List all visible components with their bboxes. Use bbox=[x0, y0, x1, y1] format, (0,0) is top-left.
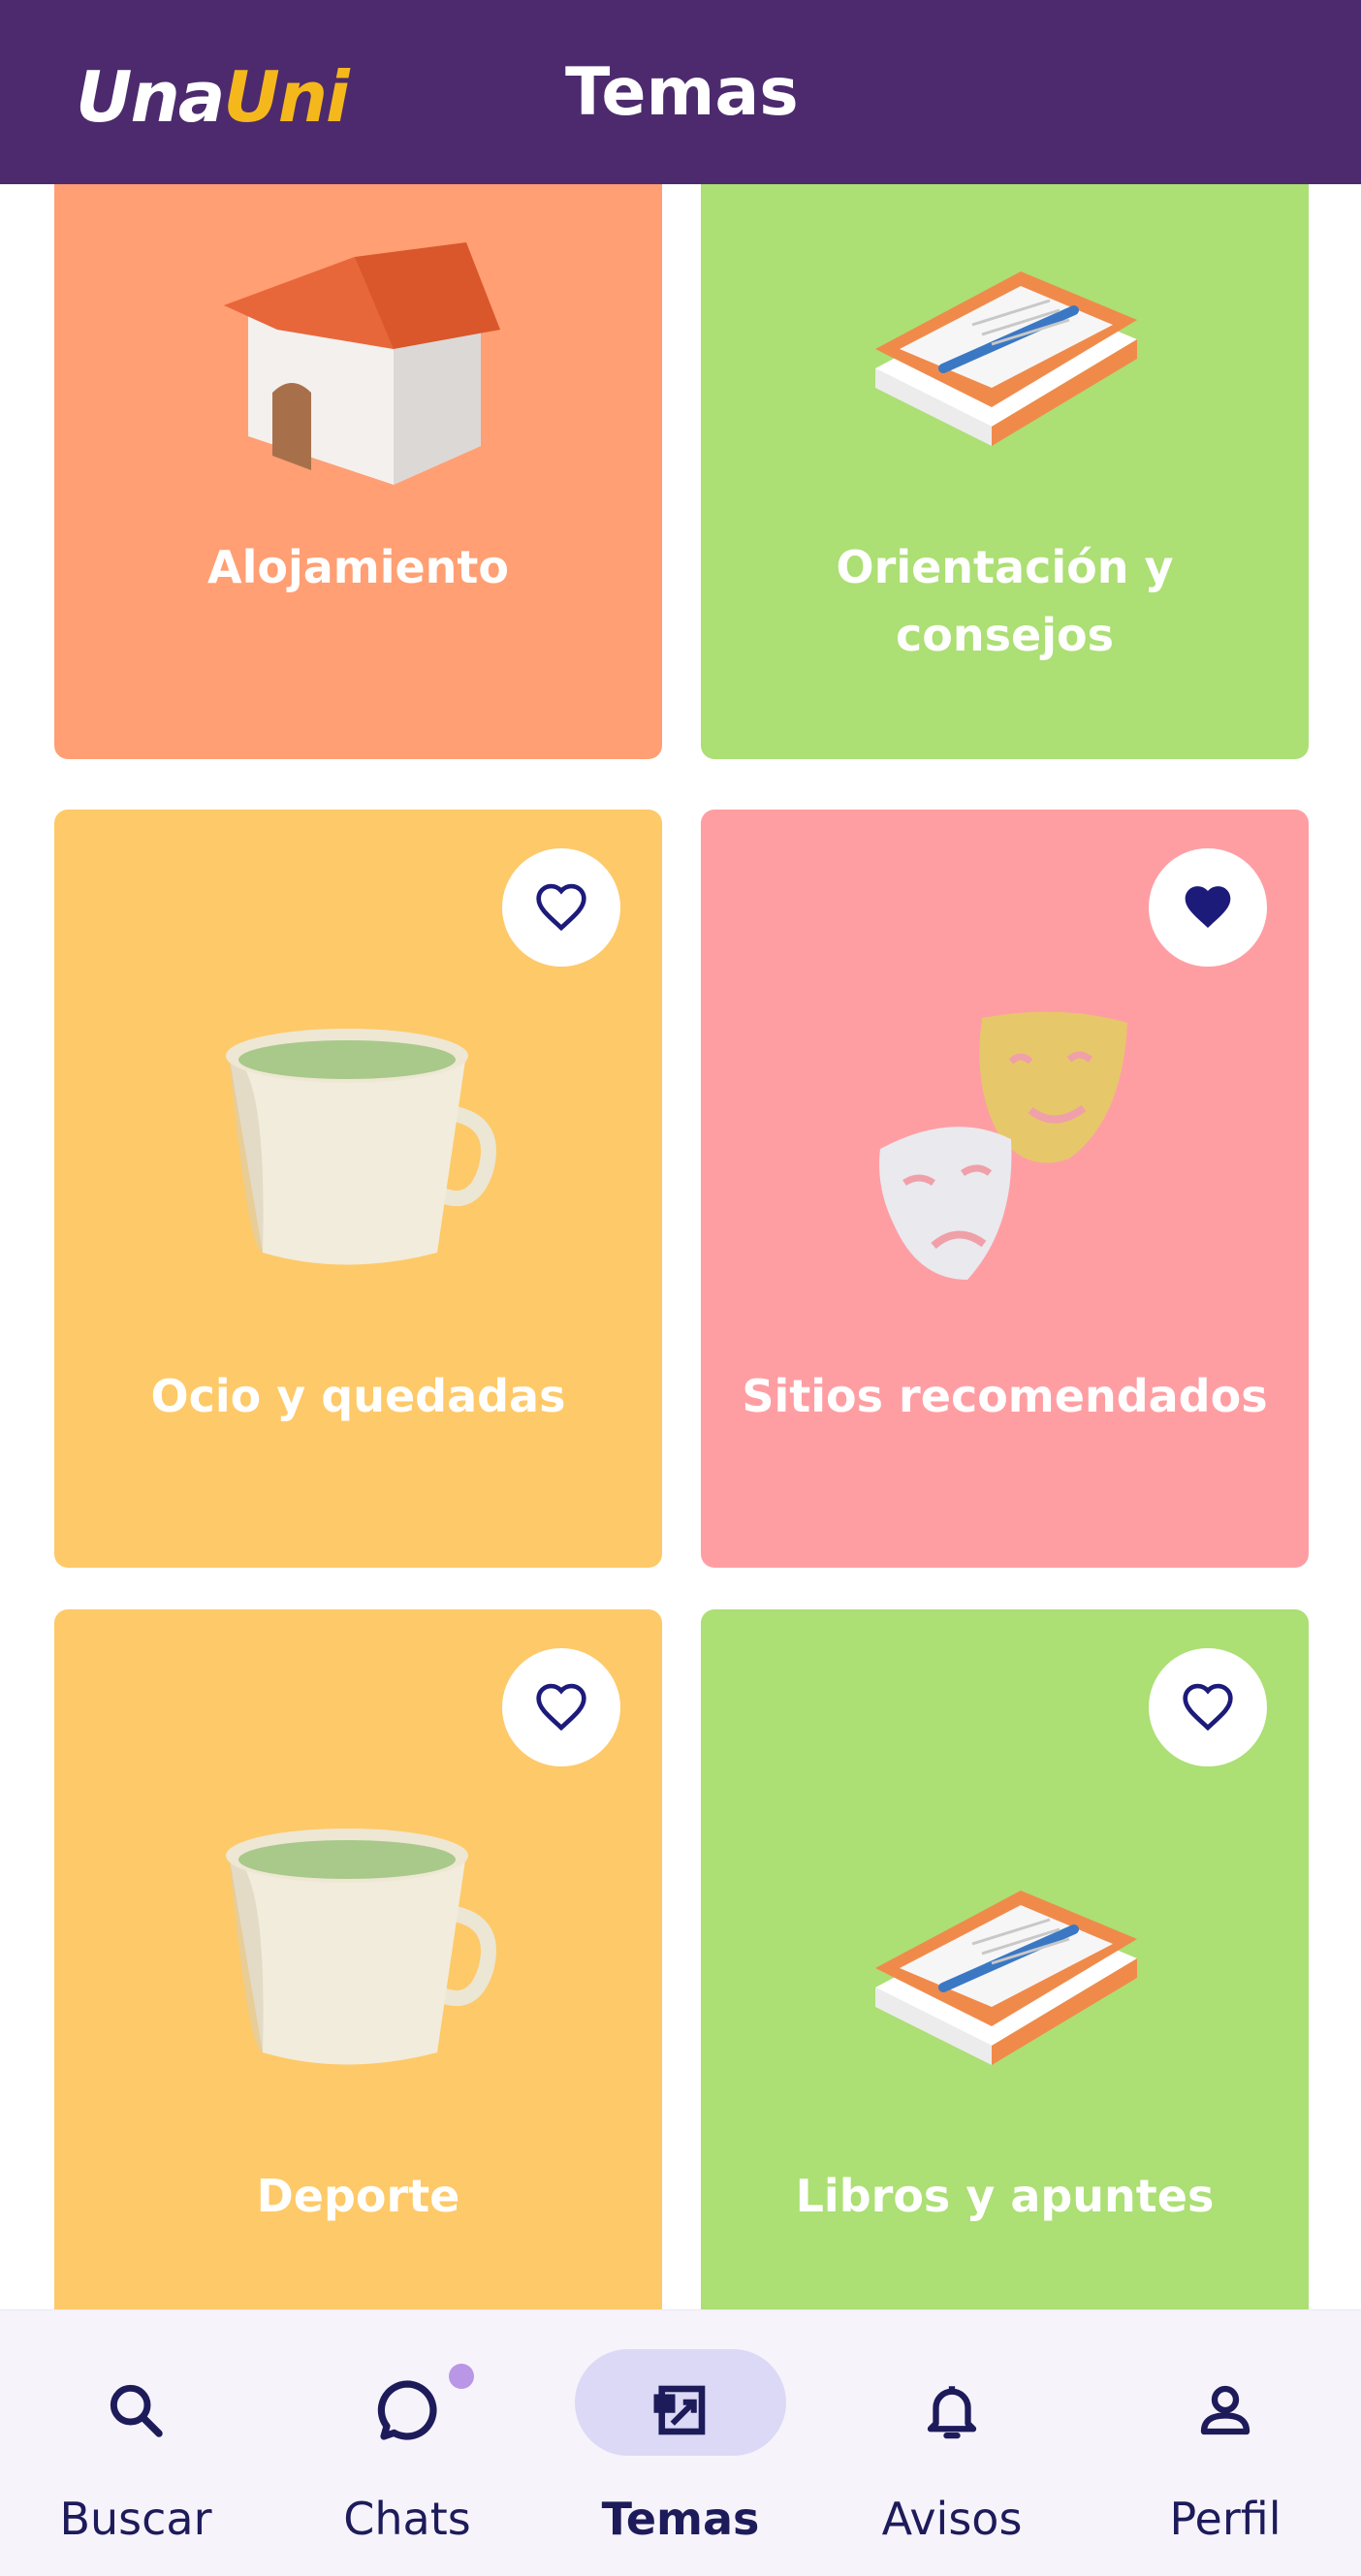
chats-unread-badge bbox=[449, 2364, 474, 2389]
app-logo[interactable]: UnaUni bbox=[76, 56, 350, 138]
nav-temas[interactable]: Temas bbox=[545, 2310, 816, 2576]
cup-icon bbox=[226, 1829, 496, 2065]
topic-card-alojamiento[interactable]: Alojamiento bbox=[54, 184, 662, 759]
topic-card-libros[interactable]: Libros y apuntes bbox=[701, 1609, 1309, 2309]
nav-label: Buscar bbox=[59, 2493, 212, 2545]
topic-card-sitios[interactable]: Sitios recomendados bbox=[701, 810, 1309, 1568]
nav-avisos[interactable]: Avisos bbox=[816, 2310, 1088, 2576]
topic-title: Sitios recomendados bbox=[742, 1370, 1268, 1422]
topic-card-orientacion[interactable]: Orientación y consejos bbox=[701, 184, 1309, 759]
favorite-button[interactable] bbox=[502, 848, 620, 967]
topic-title: Ocio y quedadas bbox=[150, 1370, 566, 1422]
logo-una: Una bbox=[76, 56, 225, 138]
bell-icon bbox=[899, 2357, 1005, 2464]
favorite-button[interactable] bbox=[1149, 1648, 1267, 1766]
topics-grid: Alojamiento Orientación y consejos Ocio … bbox=[0, 184, 1361, 2309]
nav-label: Chats bbox=[343, 2493, 471, 2545]
nav-label: Perfil bbox=[1169, 2493, 1282, 2545]
heart-outline-icon bbox=[1183, 1683, 1233, 1732]
app-bar: UnaUni Temas bbox=[0, 0, 1361, 184]
page-title: Temas bbox=[565, 54, 799, 131]
theater-masks-icon bbox=[879, 1011, 1127, 1280]
topic-title: Libros y apuntes bbox=[795, 2170, 1215, 2222]
search-icon bbox=[82, 2357, 189, 2464]
book-pen-icon bbox=[875, 1891, 1137, 2065]
heart-outline-icon bbox=[536, 883, 586, 932]
chat-icon bbox=[354, 2357, 460, 2464]
house-icon bbox=[224, 242, 500, 485]
topic-title: Alojamiento bbox=[206, 541, 510, 593]
topic-title: Deporte bbox=[256, 2170, 460, 2222]
heart-outline-icon bbox=[536, 1683, 586, 1732]
nav-label: Temas bbox=[601, 2493, 760, 2545]
topic-card-ocio[interactable]: Ocio y quedadas bbox=[54, 810, 662, 1568]
favorite-button[interactable] bbox=[1149, 848, 1267, 967]
nav-perfil[interactable]: Perfil bbox=[1090, 2310, 1361, 2576]
favorite-button[interactable] bbox=[502, 1648, 620, 1766]
profile-icon bbox=[1172, 2357, 1279, 2464]
cup-icon bbox=[226, 1029, 496, 1265]
topic-card-deporte[interactable]: Deporte bbox=[54, 1609, 662, 2309]
nav-buscar[interactable]: Buscar bbox=[0, 2310, 271, 2576]
nav-label: Avisos bbox=[881, 2493, 1023, 2545]
topics-icon bbox=[627, 2357, 734, 2464]
bottom-nav: Buscar Chats Temas Avisos Perfil bbox=[0, 2309, 1361, 2576]
book-pen-icon bbox=[875, 271, 1137, 446]
nav-chats[interactable]: Chats bbox=[271, 2310, 543, 2576]
heart-filled-icon bbox=[1185, 886, 1231, 928]
topic-title: Orientación y consejos bbox=[836, 541, 1174, 661]
logo-uni: Uni bbox=[223, 56, 349, 138]
